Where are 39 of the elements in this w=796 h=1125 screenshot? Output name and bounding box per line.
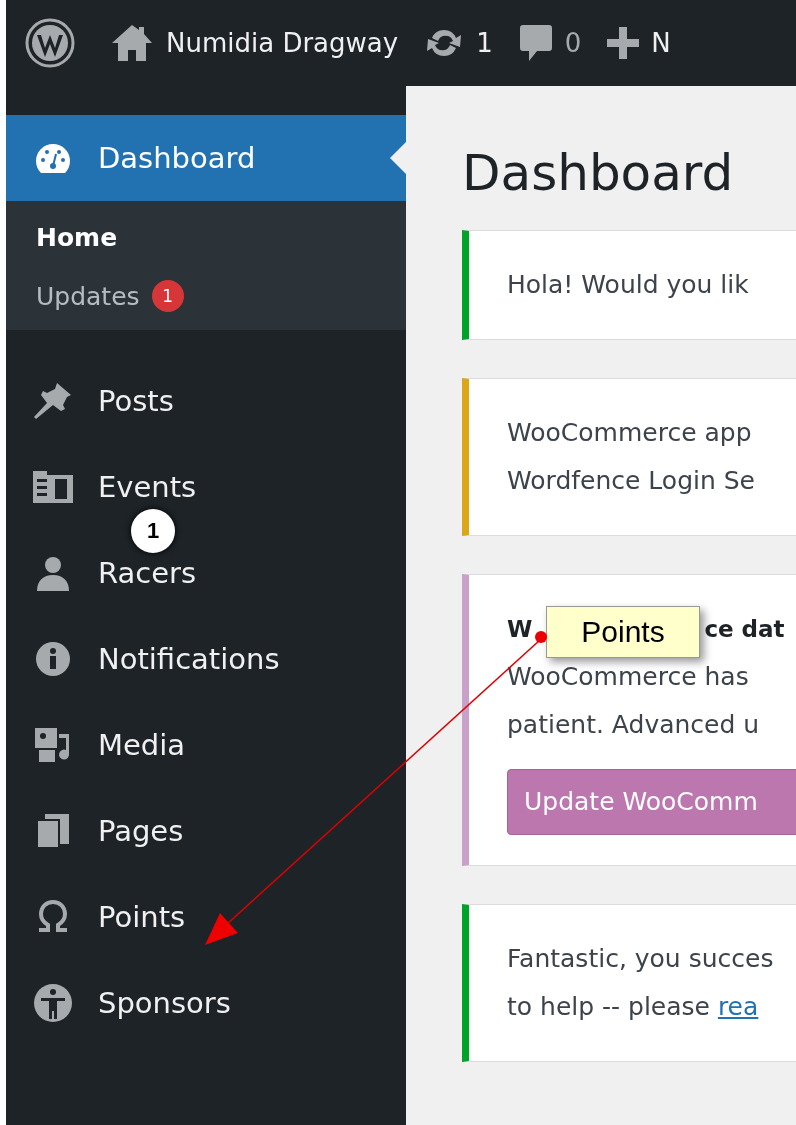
accessibility-icon xyxy=(33,983,73,1023)
menu-item[interactable]: Pages xyxy=(28,812,184,850)
notice-text: WooCommerce app xyxy=(507,417,753,449)
plus-icon xyxy=(607,27,640,59)
menu-item[interactable]: Points xyxy=(28,900,186,934)
pages-icon xyxy=(35,812,71,850)
notice-text: Wordfence Login Se xyxy=(507,465,756,497)
gauge-icon xyxy=(34,142,72,174)
wordpress-logo[interactable] xyxy=(24,17,76,69)
notice-title: ce dat xyxy=(704,615,785,644)
comments-count[interactable]: 0 xyxy=(564,28,582,58)
new-label[interactable]: N xyxy=(651,28,671,58)
notice-link[interactable]: rea xyxy=(717,992,759,1021)
menu-item[interactable]: Media xyxy=(28,726,186,764)
comment-icon xyxy=(518,23,553,63)
menu-item[interactable]: Racers xyxy=(28,555,197,591)
count-badge: 1 xyxy=(151,280,184,312)
menu-item[interactable]: Notifications xyxy=(28,641,280,677)
menu-item[interactable]: Posts xyxy=(28,381,174,421)
notice-text: WooCommerce has xyxy=(507,661,750,693)
callout-dot xyxy=(535,631,547,643)
notice-text: Fantastic, you succes xyxy=(507,943,775,975)
page-title: Dashboard xyxy=(462,144,735,202)
home-icon xyxy=(110,23,154,63)
notice-text: to help -- please xyxy=(507,992,711,1021)
notice-text: Hola! Would you lik xyxy=(507,269,750,301)
info-icon xyxy=(35,641,71,677)
submenu-item[interactable]: Updates 1 xyxy=(36,280,184,312)
updates-count[interactable]: 1 xyxy=(476,28,493,58)
site-name[interactable]: Numidia Dragway xyxy=(166,28,399,58)
menu-item[interactable]: Sponsors xyxy=(28,983,231,1023)
menu-item[interactable]: Events xyxy=(28,469,197,505)
menu-item[interactable]: Dashboard xyxy=(28,141,256,175)
notice-text: patient. Advanced u xyxy=(507,709,761,741)
notice-title: W xyxy=(507,615,533,644)
submenu-item[interactable]: Home xyxy=(36,223,118,252)
callout: Points xyxy=(546,606,700,658)
building-icon xyxy=(31,469,75,505)
person-icon xyxy=(35,555,71,591)
